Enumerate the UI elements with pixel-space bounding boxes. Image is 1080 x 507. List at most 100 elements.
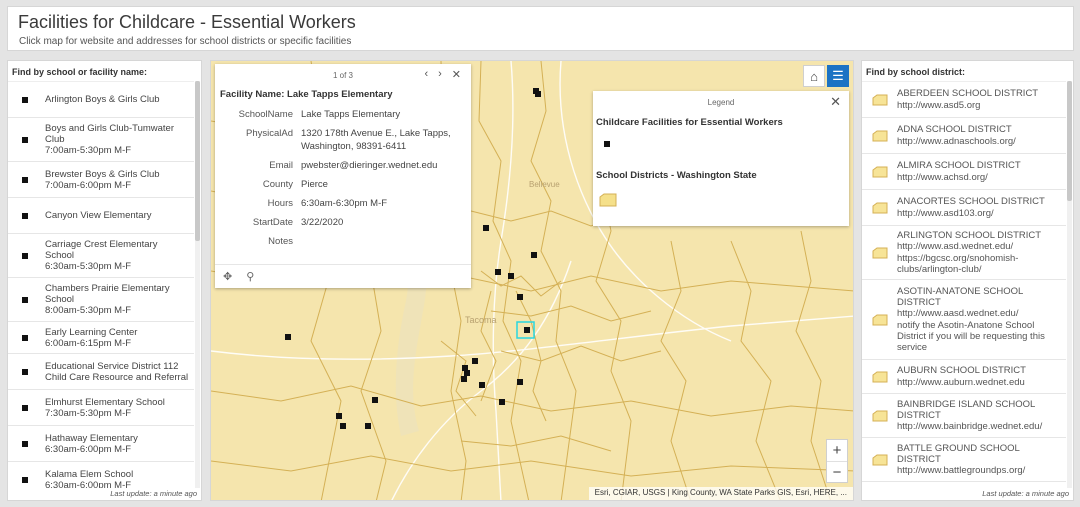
list-item-label: Educational Service District 112 Child C…	[45, 360, 189, 383]
popup-field-value	[301, 235, 461, 248]
list-icon: ☰	[832, 68, 844, 83]
zoom-in-button[interactable]: +	[827, 440, 847, 461]
list-item[interactable]: BAINBRIDGE ISLAND SCHOOL DISTRICT http:/…	[862, 394, 1066, 438]
list-item-label: ASOTIN-ANATONE SCHOOL DISTRICT http://ww…	[897, 285, 1045, 354]
list-item-label: Boys and Girls Club-Tumwater Club 7:00am…	[45, 123, 174, 156]
list-item[interactable]: Hathaway Elementary 6:30am-6:00pm M-F	[8, 426, 194, 462]
facility-symbol-icon	[604, 141, 610, 147]
home-button[interactable]: ⌂	[803, 65, 825, 87]
list-item[interactable]: ALMIRA SCHOOL DISTRICT http://www.achsd.…	[862, 154, 1066, 190]
chevron-left-icon[interactable]: ‹	[424, 68, 428, 81]
list-item[interactable]: ABERDEEN SCHOOL DISTRICT http://www.asd5…	[862, 82, 1066, 118]
popup-field-key: County	[262, 179, 293, 190]
home-icon: ⌂	[810, 68, 818, 84]
list-item[interactable]: Boys and Girls Club-Tumwater Club 7:00am…	[8, 118, 194, 162]
legend-section-facilities: Childcare Facilities for Essential Worke…	[596, 117, 783, 128]
facility-symbol-icon	[22, 176, 28, 183]
list-item[interactable]: Early Learning Center 6:00am-6:15pm M-F	[8, 322, 194, 354]
facility-list-scrollbar[interactable]	[195, 81, 200, 488]
scrollbar-thumb[interactable]	[195, 81, 200, 241]
district-polygon-icon	[599, 193, 617, 207]
popup-field-row: Hours 6:30am-6:30pm M-F	[215, 197, 471, 210]
list-item[interactable]: Elmhurst Elementary School 7:30am-5:30pm…	[8, 390, 194, 426]
page-subtitle: Click map for website and addresses for …	[19, 36, 352, 47]
close-icon[interactable]: ✕	[452, 68, 461, 81]
zoom-to-icon[interactable]: ⚲	[246, 270, 254, 283]
facility-symbol-icon	[22, 334, 28, 341]
list-item-label: BAINBRIDGE ISLAND SCHOOL DISTRICT http:/…	[897, 398, 1043, 433]
feature-popup[interactable]: 1 of 3 ‹ › ✕ Facility Name: Lake Tapps E…	[215, 64, 471, 288]
list-item-label: Kalama Elem School 6:30am-6:00pm M-F	[45, 468, 134, 489]
list-item[interactable]: AUBURN SCHOOL DISTRICT http://www.auburn…	[862, 360, 1066, 394]
popup-field-value[interactable]: pwebster@dieringer.wednet.edu	[301, 159, 461, 172]
district-polygon-icon	[872, 130, 888, 141]
list-item[interactable]: Chambers Prairie Elementary School 8:00a…	[8, 278, 194, 322]
list-item-label: ALMIRA SCHOOL DISTRICT http://www.achsd.…	[897, 160, 1021, 183]
facility-symbol-icon	[22, 440, 28, 447]
list-item-label: Early Learning Center 6:00am-6:15pm M-F	[45, 326, 138, 349]
list-item-label: BATTLE GROUND SCHOOL DISTRICT http://www…	[897, 442, 1026, 477]
popup-title: Facility Name: Lake Tapps Elementary	[220, 89, 393, 100]
chevron-right-icon[interactable]: ›	[438, 68, 442, 81]
move-icon[interactable]: ✥	[223, 270, 232, 283]
close-icon[interactable]: ✕	[830, 94, 841, 110]
popup-field-row: SchoolName Lake Tapps Elementary	[215, 108, 471, 121]
popup-field-value: 3/22/2020	[301, 217, 344, 228]
map-label-bellevue: Bellevue	[529, 180, 560, 189]
district-polygon-icon	[872, 314, 888, 325]
zoom-control: + −	[826, 439, 848, 483]
facility-list[interactable]: Arlington Boys & Girls Club Boys and Girl…	[8, 81, 194, 488]
list-item[interactable]: Canyon View Elementary	[8, 198, 194, 234]
list-item[interactable]: BELLEVUE SCHOOL DISTRICT	[862, 482, 1066, 488]
district-list[interactable]: ABERDEEN SCHOOL DISTRICT http://www.asd5…	[862, 81, 1066, 488]
district-polygon-icon	[872, 410, 888, 421]
legend-section-districts: School Districts - Washington State	[596, 170, 757, 181]
scrollbar-thumb[interactable]	[1067, 81, 1072, 201]
list-item[interactable]: Brewster Boys & Girls Club 7:00am-6:00pm…	[8, 162, 194, 198]
district-list-scrollbar[interactable]	[1067, 81, 1072, 488]
popup-field-value: Lake Tapps Elementary	[301, 109, 401, 120]
facility-last-update: Last update: a minute ago	[110, 489, 197, 498]
facility-symbol-icon	[22, 252, 28, 259]
list-item-label: Canyon View Elementary	[45, 210, 152, 221]
list-item[interactable]: BATTLE GROUND SCHOOL DISTRICT http://www…	[862, 438, 1066, 482]
popup-field-value: Pierce	[301, 179, 328, 190]
popup-field-row: PhysicalAd 1320 178th Avenue E., Lake Tap…	[215, 127, 471, 153]
list-item-label: ARLINGTON SCHOOL DISTRICT http://www.asd…	[897, 229, 1042, 275]
facility-symbol-icon	[22, 368, 28, 375]
list-item-label: ABERDEEN SCHOOL DISTRICT http://www.asd5…	[897, 88, 1039, 111]
popup-field-key: Notes	[268, 236, 293, 247]
facility-symbol-icon	[22, 212, 28, 219]
map-label-tacoma: Tacoma	[465, 315, 497, 325]
list-item[interactable]: Educational Service District 112 Child C…	[8, 354, 194, 390]
map-attribution: Esri, CGIAR, USGS | King County, WA Stat…	[588, 487, 853, 500]
popup-field-key: PhysicalAd	[246, 128, 293, 139]
list-item-label: AUBURN SCHOOL DISTRICT http://www.auburn…	[897, 365, 1026, 388]
district-polygon-icon	[872, 371, 888, 382]
district-polygon-icon	[872, 454, 888, 465]
popup-fields: SchoolName Lake Tapps Elementary PhysicalA…	[215, 108, 471, 254]
list-item[interactable]: ADNA SCHOOL DISTRICT http://www.adnascho…	[862, 118, 1066, 154]
list-item[interactable]: ANACORTES SCHOOL DISTRICT http://www.asd…	[862, 190, 1066, 226]
list-item-label: Carriage Crest Elementary School 6:30am-…	[45, 239, 158, 272]
facility-symbol-icon	[22, 476, 28, 483]
legend-toggle-button[interactable]: ☰	[827, 65, 849, 87]
facility-list-panel: Find by school or facility name: Arlingt…	[7, 60, 202, 501]
district-polygon-icon	[872, 166, 888, 177]
zoom-out-button[interactable]: −	[827, 461, 847, 482]
map-view[interactable]: Tacoma Bellevue 1 of 3 ‹ › ✕ Facility Na…	[210, 60, 854, 501]
popup-field-value: 6:30am-6:30pm M-F	[301, 198, 388, 209]
list-item[interactable]: ASOTIN-ANATONE SCHOOL DISTRICT http://ww…	[862, 280, 1066, 360]
list-item[interactable]: ARLINGTON SCHOOL DISTRICT http://www.asd…	[862, 226, 1066, 280]
legend-header: Legend	[707, 98, 735, 107]
list-item[interactable]: Carriage Crest Elementary School 6:30am-…	[8, 234, 194, 278]
list-item[interactable]: Kalama Elem School 6:30am-6:00pm M-F	[8, 462, 194, 488]
list-item[interactable]: Arlington Boys & Girls Club	[8, 82, 194, 118]
app-header: Facilities for Childcare - Essential Wor…	[7, 6, 1074, 51]
popup-field-row: County Pierce	[215, 178, 471, 191]
popup-field-key: Email	[269, 160, 293, 171]
popup-field-key: StartDate	[252, 217, 293, 228]
facility-list-title: Find by school or facility name:	[12, 67, 148, 77]
facility-symbol-icon	[22, 96, 28, 103]
popup-field-key: Hours	[267, 198, 293, 209]
